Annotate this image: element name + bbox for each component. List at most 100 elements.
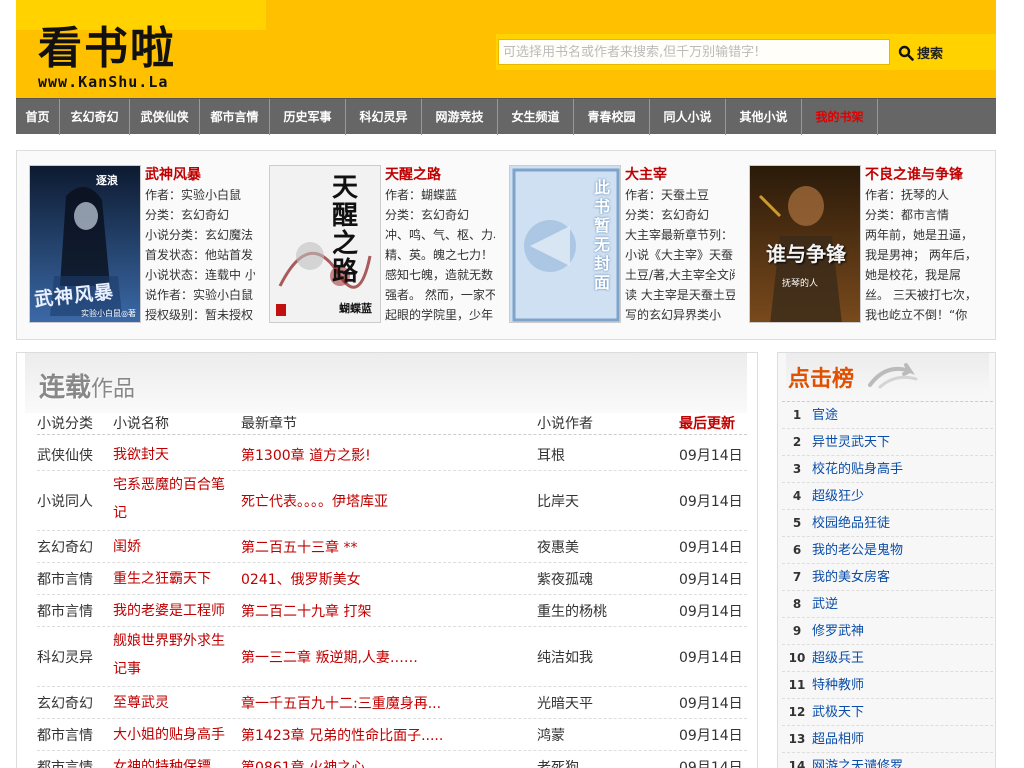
ranking-number: 8 (792, 597, 802, 611)
row-book-name[interactable]: 女神的特种保镖 (113, 753, 235, 768)
ranking-book-link[interactable]: 超品相师 (812, 732, 864, 747)
book-title[interactable]: 大主宰 (625, 165, 735, 185)
row-latest-chapter[interactable]: 第二百二十九章 打架 (241, 601, 531, 621)
search-input[interactable] (498, 39, 890, 65)
row-book-name[interactable]: 大小姐的贴身高手 (113, 721, 235, 749)
header: 看书啦 www.KanShu.La 搜索 (16, 0, 996, 98)
ranking-book-link[interactable]: 校花的贴身高手 (812, 462, 903, 477)
row-latest-chapter[interactable]: 章一千五百九十二:三重魔身再... (241, 693, 531, 713)
row-book-name[interactable]: 我欲封天 (113, 441, 235, 469)
row-category[interactable]: 都市言情 (37, 725, 93, 745)
click-ranking: 点击榜 1 官途 2 异世灵武天下 3 校花的贴身高手 4 超级狂少 5 校园绝品狂徒 6 我的老公是… (777, 352, 996, 768)
nav-item[interactable]: 玄幻奇幻 (60, 99, 130, 135)
ranking-item[interactable]: 9 修罗武神 (782, 618, 993, 645)
ranking-book-link[interactable]: 特种教师 (812, 678, 864, 693)
row-category[interactable]: 武侠仙侠 (37, 445, 93, 465)
book-info-line: 我是男神； 两年后， (865, 248, 975, 262)
ranking-item[interactable]: 5 校园绝品狂徒 (782, 510, 993, 537)
ranking-item[interactable]: 6 我的老公是鬼物 (782, 537, 993, 564)
row-latest-chapter[interactable]: 第一三二章 叛逆期,人妻…… (241, 647, 531, 667)
row-category[interactable]: 都市言情 (37, 601, 93, 621)
row-category[interactable]: 都市言情 (37, 569, 93, 589)
book-cover[interactable]: 谁与争锋 抚琴的人 (749, 165, 861, 323)
featured-book: 武神风暴 实验小白鼠◎著 逐浪 武神风暴 作者：实验小白鼠 分类：玄幻奇幻 小说分类：玄幻魔… (17, 165, 257, 325)
row-book-name[interactable]: 重生之狂霸天下 (113, 565, 235, 593)
book-info-line: 作者：抚琴的人 (865, 188, 950, 202)
ranking-book-link[interactable]: 超级兵王 (812, 651, 864, 666)
column-header: 最新章节 (241, 416, 297, 432)
nav-item[interactable]: 首页 (16, 99, 60, 135)
row-category[interactable]: 小说同人 (37, 491, 93, 511)
book-title[interactable]: 不良之谁与争锋 (865, 165, 975, 185)
row-latest-chapter[interactable]: 第1300章 道方之影! (241, 445, 531, 465)
ranking-item[interactable]: 4 超级狂少 (782, 483, 993, 510)
search-button[interactable]: 搜索 (898, 43, 943, 62)
nav-item[interactable]: 科幻灵异 (346, 99, 422, 135)
featured-book: 此书暂无封面 大主宰 作者：天蚕土豆 分类：玄幻奇幻 大主宰最新章节列： 小说《大主宰》天… (497, 165, 737, 325)
book-title[interactable]: 武神风暴 (145, 165, 255, 185)
row-book-name[interactable]: 我的老婆是工程师 (113, 597, 235, 625)
row-latest-chapter[interactable]: 0241、俄罗斯美女 (241, 569, 531, 589)
ranking-book-link[interactable]: 异世灵武天下 (812, 435, 890, 450)
row-book-name[interactable]: 至尊武灵 (113, 689, 235, 717)
book-info-line: 授权级别：暂未授权 (145, 308, 254, 322)
ranking-item[interactable]: 11 特种教师 (782, 672, 993, 699)
row-author: 比岸天 (537, 494, 579, 510)
book-title[interactable]: 天醒之路 (385, 165, 495, 185)
nav-item[interactable]: 青春校园 (574, 99, 650, 135)
nav-item[interactable]: 武侠仙侠 (130, 99, 200, 135)
nav-item[interactable]: 我的书架 (802, 99, 878, 135)
row-latest-chapter[interactable]: 第二百五十三章 ** (241, 537, 531, 557)
ranking-book-link[interactable]: 超级狂少 (812, 489, 864, 504)
book-info-line: 小说《大主宰》天蚕 (625, 248, 734, 262)
book-cover[interactable]: 此书暂无封面 (509, 165, 621, 323)
serial-rows: 武侠仙侠 我欲封天 第1300章 道方之影! 耳根 09月14日 小说同人 宅系恶魔的百合笔… (37, 439, 747, 768)
ranking-item[interactable]: 1 官途 (782, 402, 993, 429)
ranking-book-link[interactable]: 武极天下 (812, 705, 864, 720)
nav-item[interactable]: 都市言情 (200, 99, 270, 135)
ranking-item[interactable]: 10 超级兵王 (782, 645, 993, 672)
column-header: 小说名称 (113, 416, 169, 432)
row-author: 鸿蒙 (537, 728, 565, 744)
logo-url: www.KanShu.La (38, 73, 169, 91)
row-category[interactable]: 玄幻奇幻 (37, 693, 93, 713)
swirl-arrow-icon (868, 363, 918, 389)
row-book-name[interactable]: 宅系恶魔的百合笔记 (113, 471, 235, 527)
nav-item[interactable]: 女生频道 (498, 99, 574, 135)
ranking-book-link[interactable]: 官途 (812, 408, 838, 423)
book-info-line: 写的玄幻异界类小 (625, 308, 722, 322)
row-update-date: 09月14日 (679, 728, 743, 744)
ranking-item[interactable]: 8 武逆 (782, 591, 993, 618)
ranking-number: 10 (788, 651, 806, 665)
book-info-line: 我也屹立不倒！“你 (865, 308, 968, 322)
table-row: 都市言情 大小姐的贴身高手 第1423章 兄弟的性命比面子..... 鸿蒙 09月14日 (37, 719, 747, 751)
row-latest-chapter[interactable]: 第0861章 火神之心 (241, 757, 531, 768)
row-book-name[interactable]: 舰娘世界野外求生记事 (113, 627, 235, 683)
row-category[interactable]: 都市言情 (37, 757, 93, 768)
ranking-book-link[interactable]: 我的美女房客 (812, 570, 890, 585)
ranking-book-link[interactable]: 武逆 (812, 597, 838, 612)
ranking-item[interactable]: 14 网游之天谴修罗 (782, 753, 993, 768)
ranking-book-link[interactable]: 修罗武神 (812, 624, 864, 639)
book-cover[interactable]: 天醒之路 蝴蝶蓝 (269, 165, 381, 323)
ranking-item[interactable]: 12 武极天下 (782, 699, 993, 726)
ranking-item[interactable]: 13 超品相师 (782, 726, 993, 753)
ranking-item[interactable]: 7 我的美女房客 (782, 564, 993, 591)
row-book-name[interactable]: 闺娇 (113, 533, 235, 561)
row-latest-chapter[interactable]: 死亡代表。。。。伊塔库亚 (241, 491, 531, 511)
row-latest-chapter[interactable]: 第1423章 兄弟的性命比面子..... (241, 725, 531, 745)
ranking-book-link[interactable]: 校园绝品狂徒 (812, 516, 890, 531)
ranking-book-link[interactable]: 网游之天谴修罗 (812, 759, 903, 768)
nav-item[interactable]: 同人小说 (650, 99, 726, 135)
ranking-book-link[interactable]: 我的老公是鬼物 (812, 543, 903, 558)
ranking-item[interactable]: 2 异世灵武天下 (782, 429, 993, 456)
serial-list: 连载作品 小说分类 小说名称 最新章节 小说作者 最后更新 武侠仙侠 我欲封天 第1300章… (16, 352, 758, 768)
row-category[interactable]: 科幻灵异 (37, 647, 93, 667)
ranking-item[interactable]: 3 校花的贴身高手 (782, 456, 993, 483)
book-cover[interactable]: 武神风暴 实验小白鼠◎著 逐浪 (29, 165, 141, 323)
site-logo[interactable]: 看书啦 www.KanShu.La (38, 24, 176, 91)
nav-item[interactable]: 历史军事 (270, 99, 346, 135)
nav-item[interactable]: 网游竞技 (422, 99, 498, 135)
row-category[interactable]: 玄幻奇幻 (37, 537, 93, 557)
nav-item[interactable]: 其他小说 (726, 99, 802, 135)
